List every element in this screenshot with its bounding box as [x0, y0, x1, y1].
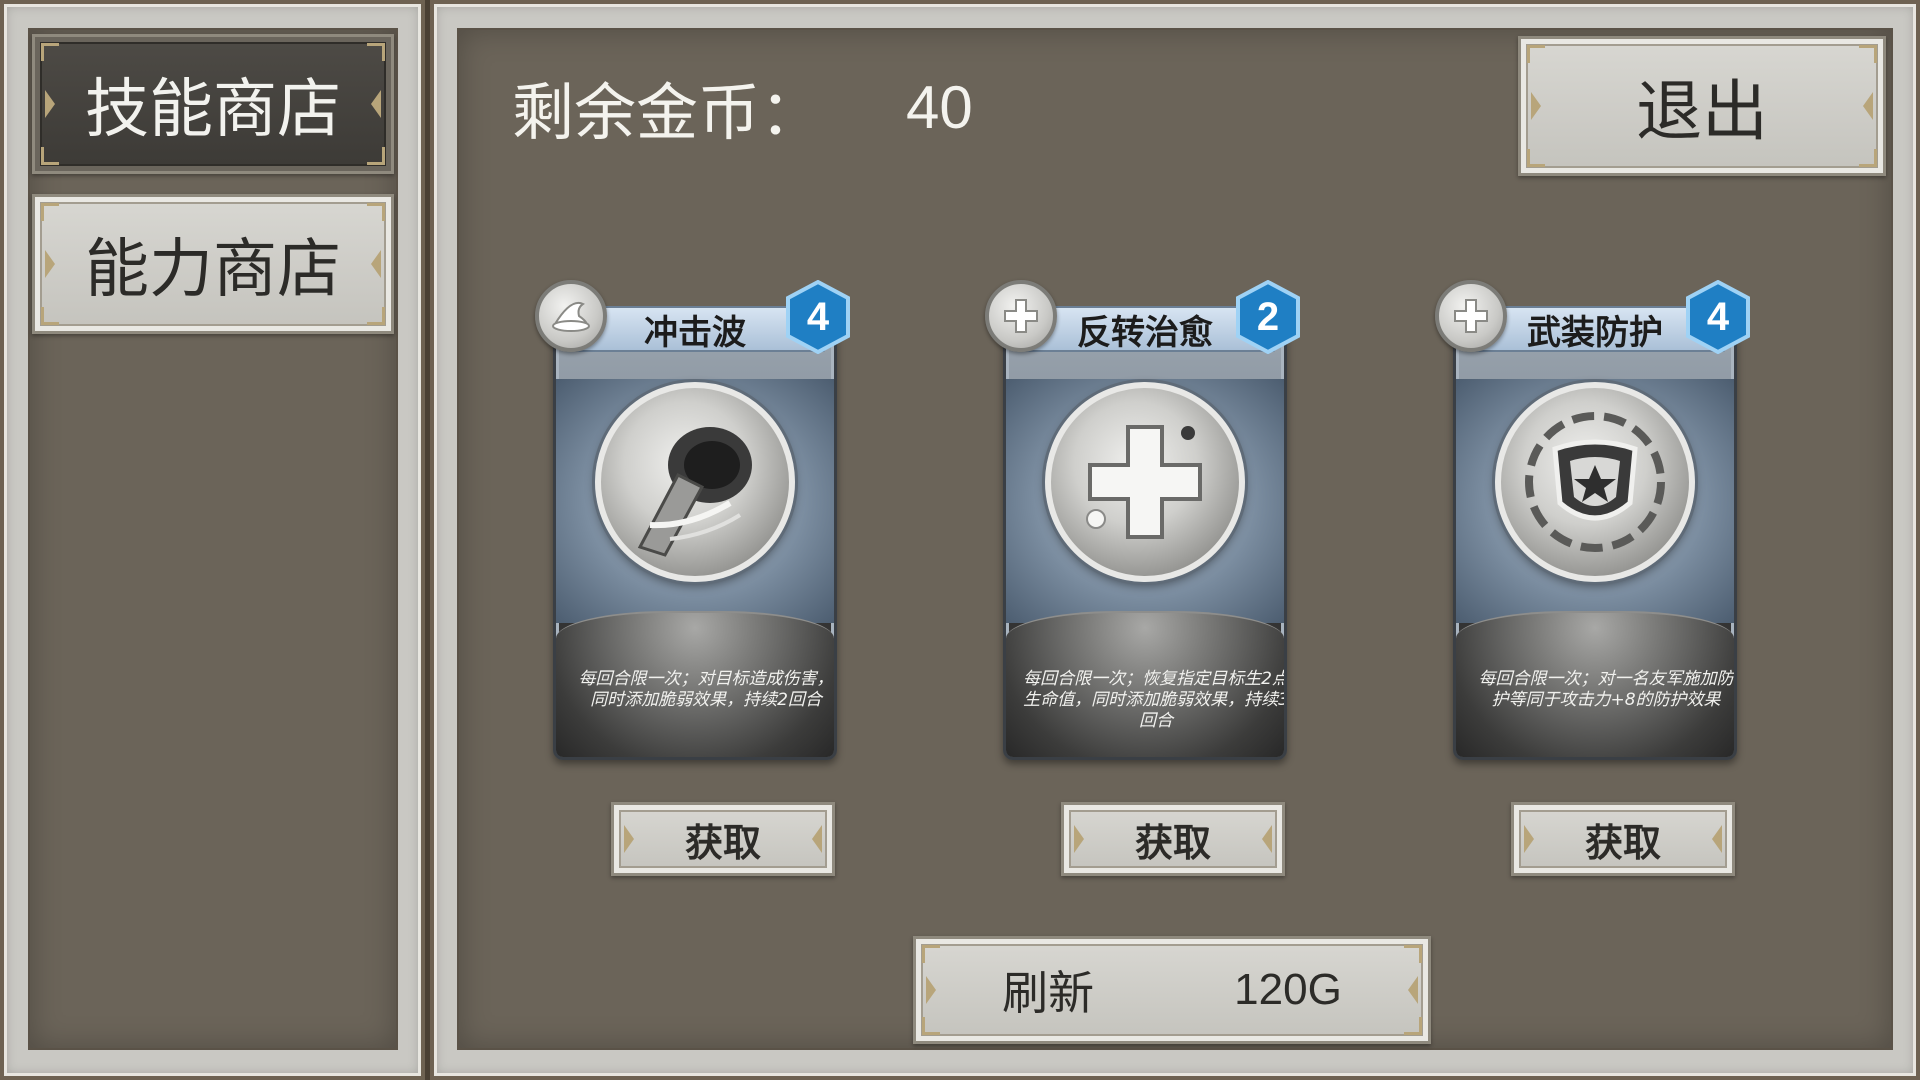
tab-ability-shop[interactable]: 能力商店 — [32, 194, 394, 334]
cost-badge: 2 — [1231, 280, 1305, 354]
wizard-hat-icon — [535, 280, 607, 352]
tab-skill-shop[interactable]: 技能商店 — [32, 34, 394, 174]
skill-card-armed-protection[interactable]: 每回合限一次；对一名友军施加防护等同于攻击力+8的防护效果 武装防护 4 — [1435, 280, 1750, 760]
exit-button[interactable]: 退出 — [1518, 36, 1886, 176]
card-description: 每回合限一次；对目标造成伤害，同时添加脆弱效果，持续2回合 — [578, 669, 834, 710]
cost-badge: 4 — [781, 280, 855, 354]
cost-value: 2 — [1256, 294, 1280, 339]
skill-card-reverse-heal[interactable]: 每回合限一次；恢复指定目标生2点生命值，同时添加脆弱效果，持续3回合 反转治愈 … — [985, 280, 1300, 760]
get-button-armed-protection[interactable]: 获取 — [1511, 802, 1735, 876]
cost-value: 4 — [1706, 294, 1730, 339]
cross-plus-icon — [1435, 280, 1507, 352]
refresh-button[interactable]: 刷新 120G — [913, 936, 1431, 1044]
refresh-price: 120G — [1234, 965, 1342, 1014]
heal-cross-icon — [1045, 382, 1245, 582]
card-description: 每回合限一次；对一名友军施加防护等同于攻击力+8的防护效果 — [1478, 669, 1734, 710]
cross-plus-icon — [985, 280, 1057, 352]
shield-star-icon — [1495, 382, 1695, 582]
gold-display: 剩余金币： 40 — [512, 62, 973, 152]
skill-card-shockwave[interactable]: 每回合限一次；对目标造成伤害，同时添加脆弱效果，持续2回合 冲击波 4 — [535, 280, 850, 760]
card-title-text: 反转治愈 — [1077, 312, 1213, 353]
get-button-label: 获取 — [684, 820, 761, 865]
exit-button-label: 退出 — [1636, 73, 1768, 150]
get-button-shockwave[interactable]: 获取 — [611, 802, 835, 876]
cost-badge: 4 — [1681, 280, 1755, 354]
shockwave-icon — [595, 382, 795, 582]
get-button-reverse-heal[interactable]: 获取 — [1061, 802, 1285, 876]
tab-ability-shop-label: 能力商店 — [85, 233, 341, 307]
gold-label: 剩余金币： — [512, 76, 823, 149]
gold-value: 40 — [906, 73, 973, 141]
card-title-text: 冲击波 — [644, 312, 746, 353]
get-button-label: 获取 — [1584, 820, 1661, 865]
get-button-label: 获取 — [1134, 820, 1211, 865]
cost-value: 4 — [806, 294, 830, 339]
card-description: 每回合限一次；恢复指定目标生2点生命值，同时添加脆弱效果，持续3回合 — [1023, 669, 1287, 731]
card-title-text: 武装防护 — [1527, 312, 1663, 353]
sidebar-panel — [28, 28, 398, 1050]
tab-skill-shop-label: 技能商店 — [85, 73, 341, 147]
refresh-label: 刷新 — [1002, 966, 1095, 1020]
